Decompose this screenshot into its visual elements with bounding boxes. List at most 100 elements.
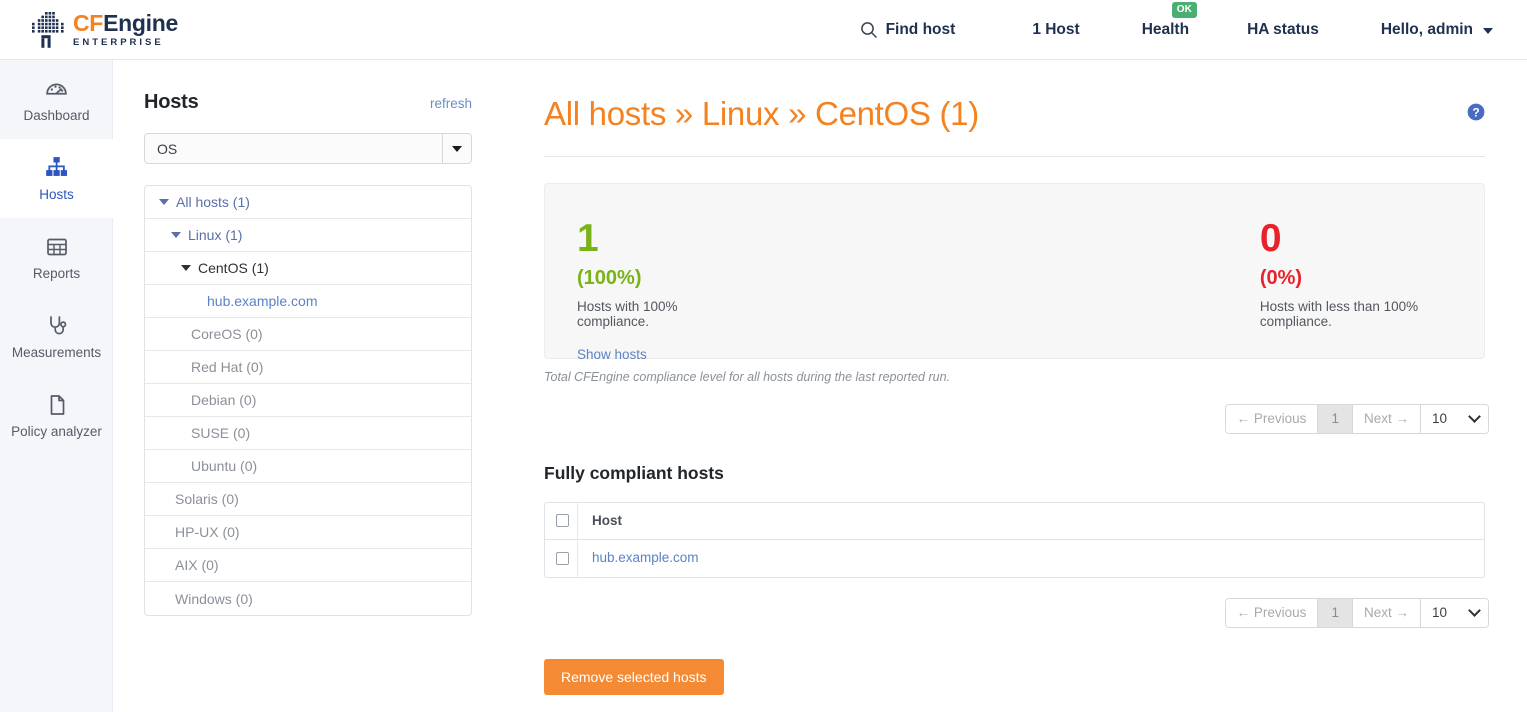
pagination-top: ← Previous 1 Next → 10: [544, 403, 1489, 434]
tree-item-redhat[interactable]: Red Hat (0): [145, 351, 471, 384]
table-row: hub.example.com: [545, 539, 1484, 577]
os-filter-select[interactable]: OS: [144, 133, 472, 164]
next-page-button[interactable]: Next →: [1352, 404, 1421, 433]
breadcrumb-divider: [544, 155, 1485, 157]
remove-selected-hosts-button[interactable]: Remove selected hosts: [544, 658, 724, 695]
triangle-down-icon[interactable]: [181, 265, 191, 271]
pagination-controls: ← Previous 1 Next → 10: [1224, 403, 1489, 434]
tree-item-centos[interactable]: CentOS (1): [145, 252, 471, 285]
page-size-select[interactable]: 10: [1420, 404, 1488, 433]
help-circle-icon[interactable]: ?: [1467, 103, 1485, 121]
tree-item-debian[interactable]: Debian (0): [145, 384, 471, 417]
select-all-checkbox[interactable]: [556, 514, 569, 528]
noncompliant-percent: (0%): [1259, 266, 1303, 289]
tree-item-solaris-label: Solaris (0): [175, 491, 239, 507]
triangle-down-icon[interactable]: [159, 199, 169, 205]
column-host[interactable]: Host: [578, 503, 1484, 540]
breadcrumb-all-hosts[interactable]: All hosts: [544, 95, 666, 132]
previous-page-button[interactable]: ← Previous: [1225, 404, 1319, 433]
sidebar-item-measurements[interactable]: Measurements: [0, 297, 113, 376]
tree-item-suse[interactable]: SUSE (0): [145, 417, 471, 450]
chevron-down-icon: [1483, 27, 1493, 34]
next-page-button-bottom[interactable]: Next →: [1352, 598, 1421, 627]
ha-status-button[interactable]: HA status: [1247, 21, 1319, 39]
tree-item-windows-label: Windows (0): [175, 590, 253, 607]
sidebar-item-dashboard-label: Dashboard: [23, 107, 90, 123]
left-nav-rail: Dashboard Hosts Reports Measurements Pol…: [0, 60, 113, 712]
tree-item-suse-label: SUSE (0): [191, 425, 251, 441]
tree-item-linux-label: Linux (1): [188, 227, 243, 243]
row-select-cell: [545, 539, 578, 577]
health-button[interactable]: OK Health: [1142, 1, 1198, 39]
host-count[interactable]: 1 Host: [1032, 21, 1079, 39]
sidebar-item-hosts[interactable]: Hosts: [0, 139, 113, 218]
compliant-percent: (100%): [577, 266, 642, 289]
tree-item-hpux-label: HP-UX (0): [175, 524, 240, 540]
tree-item-coreos[interactable]: CoreOS (0): [145, 318, 471, 351]
tree-item-ubuntu[interactable]: Ubuntu (0): [145, 450, 471, 483]
tree-item-aix-label: AIX (0): [175, 557, 219, 573]
tree-item-all-hosts-label: All hosts (1): [176, 194, 250, 210]
tree-item-solaris[interactable]: Solaris (0): [145, 483, 471, 516]
pagination-bottom: ← Previous 1 Next → 10: [544, 597, 1489, 628]
breadcrumb-linux[interactable]: Linux: [702, 95, 780, 132]
refresh-link[interactable]: refresh: [430, 96, 472, 111]
svg-text:?: ?: [1472, 105, 1479, 119]
host-link[interactable]: hub.example.com: [592, 550, 699, 565]
hosts-panel-title: Hosts: [144, 91, 199, 113]
tree-item-host[interactable]: hub.example.com: [145, 285, 471, 318]
ha-status-label: HA status: [1247, 20, 1319, 38]
fully-compliant-hosts-table: Host hub.example.com: [544, 501, 1485, 578]
page-size-value: 10: [1431, 411, 1447, 427]
compliance-card-caption: Total CFEngine compliance level for all …: [544, 369, 951, 384]
caret-down-icon[interactable]: [442, 134, 471, 163]
tree-item-redhat-label: Red Hat (0): [191, 359, 264, 375]
tree-item-hpux[interactable]: HP-UX (0): [145, 516, 471, 549]
page-number-1[interactable]: 1: [1318, 404, 1353, 433]
breadcrumb: All hosts » Linux » CentOS (1) ?: [544, 95, 1485, 133]
os-tree: All hosts (1) Linux (1) CentOS (1) hub.e…: [144, 185, 472, 616]
breadcrumb-separator: »: [666, 95, 702, 132]
breadcrumb-centos[interactable]: CentOS (1): [815, 95, 979, 132]
tree-item-debian-label: Debian (0): [191, 392, 257, 408]
tree-item-windows[interactable]: Windows (0): [145, 582, 471, 615]
select-all-cell: [545, 502, 578, 540]
triangle-down-icon[interactable]: [171, 232, 181, 238]
user-menu-label: Hello, admin: [1380, 20, 1473, 38]
table-body: hub.example.com: [545, 539, 1484, 577]
chevron-down-icon: [1468, 410, 1481, 424]
previous-page-button-bottom[interactable]: ← Previous: [1225, 598, 1319, 627]
row-host-cell: hub.example.com: [578, 540, 1484, 577]
compliant-column: 1 (100%) Hosts with 100% compliance. Sho…: [545, 219, 746, 362]
brand-edition: ENTERPRISE: [73, 36, 164, 48]
brand-cf: CF: [73, 9, 104, 36]
pagination-controls-bottom: ← Previous 1 Next → 10: [1224, 597, 1489, 628]
sidebar-item-hosts-label: Hosts: [39, 186, 74, 202]
column-host-label: Host: [592, 512, 622, 528]
header-nav: Find host 1 Host OK Health HA status Hel…: [860, 0, 1527, 60]
sidebar-item-reports[interactable]: Reports: [0, 218, 113, 297]
noncompliant-count: 0: [1259, 216, 1282, 260]
sidebar-item-reports-label: Reports: [32, 265, 81, 281]
page-number-1-bottom[interactable]: 1: [1318, 598, 1353, 627]
noncompliant-column: 0 (0%) Hosts with less than 100% complia…: [1228, 216, 1484, 358]
row-checkbox[interactable]: [556, 551, 569, 565]
page-size-select-bottom[interactable]: 10: [1420, 598, 1488, 627]
chevron-down-icon: [1468, 604, 1481, 618]
user-menu[interactable]: Hello, admin: [1381, 21, 1493, 39]
table-header-row: Host: [545, 502, 1484, 540]
os-filter-value: OS: [157, 140, 178, 157]
sidebar-item-policy-analyzer[interactable]: Policy analyzer: [0, 376, 113, 455]
breadcrumb-text: All hosts » Linux » CentOS (1): [544, 95, 979, 133]
find-host-button[interactable]: Find host: [860, 21, 955, 39]
show-hosts-link[interactable]: Show hosts: [577, 347, 746, 362]
cfengine-grid-logo-icon: [32, 11, 64, 48]
brand-title: CFEngine: [73, 9, 178, 36]
tree-item-linux[interactable]: Linux (1): [145, 219, 471, 252]
tree-item-all-hosts[interactable]: All hosts (1): [145, 186, 471, 219]
health-status-badge: OK: [1171, 1, 1198, 18]
brand-logo[interactable]: CFEngine ENTERPRISE: [30, 9, 178, 48]
sidebar-item-dashboard[interactable]: Dashboard: [0, 60, 113, 139]
tree-item-aix[interactable]: AIX (0): [145, 549, 471, 582]
sidebar-item-policy-analyzer-label: Policy analyzer: [11, 423, 102, 439]
